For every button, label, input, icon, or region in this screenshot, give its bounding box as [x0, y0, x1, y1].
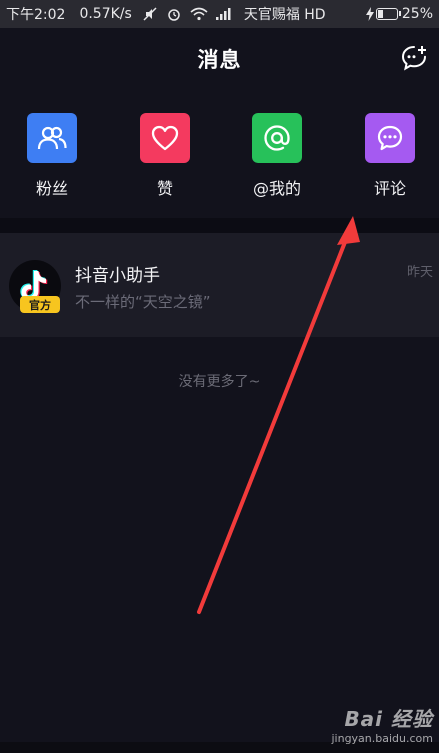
category-mentions[interactable]: @我的 [237, 113, 317, 199]
status-time: 下午2:02 [6, 7, 66, 23]
official-badge: 官方 [20, 296, 60, 313]
message-preview: 不一样的“天空之镜” [75, 293, 211, 311]
message-categories: 粉丝 赞 @我的 评论 [0, 90, 439, 218]
at-icon [252, 113, 302, 163]
signal-icon [215, 8, 232, 20]
status-bar: 下午2:02 0.57K/s 天官赐福 HD 25% [0, 0, 439, 28]
comment-icon [365, 113, 415, 163]
category-comments[interactable]: 评论 [350, 113, 430, 199]
no-more-text: 没有更多了~ [178, 374, 261, 390]
watermark-logo: Bai 经验 [344, 707, 433, 731]
mute-icon [142, 6, 158, 22]
message-sender: 抖音小助手 [75, 266, 160, 286]
charging-icon [365, 7, 374, 21]
status-net-speed: 0.57K/s [79, 6, 132, 22]
category-label: 评论 [373, 179, 406, 198]
page-header: 消息 [0, 28, 439, 90]
fans-icon [27, 113, 77, 163]
category-label: 粉丝 [35, 179, 68, 198]
heart-icon [140, 113, 190, 163]
add-chat-bubble-icon [401, 46, 426, 71]
category-fans[interactable]: 粉丝 [12, 113, 92, 199]
alarm-icon [166, 6, 182, 22]
category-label: @我的 [252, 179, 301, 198]
baidu-jingyan-watermark: Bai 经验 jingyan.baidu.com [331, 703, 433, 745]
category-label: 赞 [156, 179, 173, 198]
wifi-icon [190, 7, 208, 21]
page-title: 消息 [197, 48, 242, 72]
watermark-url: jingyan.baidu.com [331, 732, 433, 745]
section-divider [0, 218, 439, 233]
battery-percent: 25% [401, 6, 433, 22]
battery-icon [375, 8, 401, 20]
message-item-douyin-assistant[interactable]: 官方 抖音小助手 不一样的“天空之镜” 昨天 [0, 233, 439, 337]
category-likes[interactable]: 赞 [125, 113, 205, 199]
add-chat-button[interactable] [399, 43, 429, 73]
status-carrier: 天官赐福 HD [243, 7, 326, 23]
battery-indicator: 25% [365, 6, 433, 22]
message-time: 昨天 [406, 265, 433, 280]
